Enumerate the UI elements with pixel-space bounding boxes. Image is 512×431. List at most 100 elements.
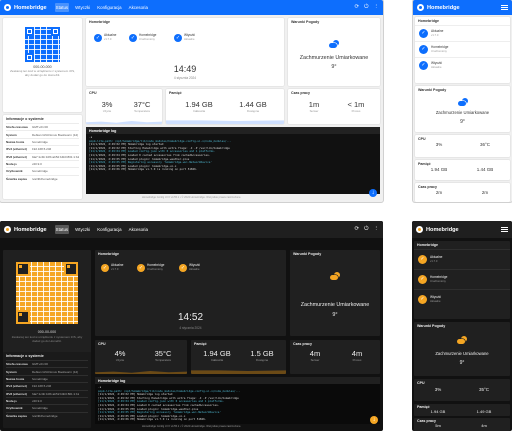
system-info-value: Debian GNU/Linux Bookworm (12): [32, 132, 79, 137]
system-info-value: v20.9.0: [32, 399, 42, 404]
nav-config[interactable]: Konfiguracja: [96, 3, 122, 12]
check-icon: ✓: [101, 264, 109, 272]
uptime-card: Czas pracy 1m Serwer < 1m Proces: [288, 89, 380, 124]
top-navbar: Homebridge Status Wtyczki Konfiguracja A…: [0, 0, 383, 15]
system-info-row: Użytkownik homebridge: [6, 167, 79, 174]
weather-description: Zachmurzenie Umiarkowane: [435, 351, 489, 356]
weather-title: Warunki Pogody: [293, 252, 322, 256]
system-info-key: IPv6 (ethernet): [6, 391, 27, 396]
weather-card: Warunki Pogody Zachmurzenie Umiarkowane …: [288, 18, 380, 86]
clock-date: 4 stycznia 2024: [173, 76, 197, 80]
homebridge-logo-icon: [4, 4, 11, 11]
homebridge-logo-icon: [417, 4, 424, 11]
top-navbar: Homebridge Status Wtyczki Konfiguracja A…: [0, 221, 383, 238]
nav-accessories[interactable]: Akcesoria: [128, 225, 149, 234]
restart-icon[interactable]: ⟳: [355, 4, 360, 11]
brand[interactable]: Homebridge: [4, 226, 47, 233]
check-icon: ✓: [179, 264, 187, 272]
pairing-qr-code[interactable]: [25, 27, 60, 62]
homebridge-card-title: Homebridge: [98, 252, 119, 256]
more-icon[interactable]: ⋮: [374, 4, 380, 11]
system-info-value: homebridge: [32, 169, 48, 174]
brand-name: Homebridge: [427, 4, 460, 11]
cpu-usage: 4% Użycie: [114, 349, 126, 362]
clock-time: 14:49: [173, 64, 197, 74]
brand-name: Homebridge: [14, 4, 47, 11]
system-info-value: homebridge: [32, 406, 48, 411]
system-info-row: IPv6 (ethernet) fda7:1c4b:10fb:ab52:b4b0:…: [6, 152, 79, 160]
system-info-value: homebridge: [32, 139, 48, 144]
check-icon: ✓: [174, 34, 182, 42]
system-info-value: GMT+01:00: [32, 362, 48, 367]
system-info-row: IPv4 (ethernet) 192.168.5.246: [6, 145, 79, 152]
cpu-chart: [86, 118, 162, 124]
memory-card: Pamięć 1.94 GB 1.44 GB: [415, 160, 510, 180]
check-icon: ✓: [418, 255, 427, 264]
nav-config[interactable]: Konfiguracja: [96, 225, 122, 234]
nav-plugins[interactable]: Wtyczki: [74, 3, 91, 12]
system-info-row: Ścieżka zapisu/var/lib/homebridge: [6, 411, 88, 419]
system-info-value: fda7:1c4b:10fb:ab52:b4b0:801:1:b2: [31, 154, 79, 159]
brand[interactable]: Homebridge: [416, 226, 459, 233]
homebridge-card: Homebridge ✓ Aktualne v1.7.0 ✓ Homebridge…: [95, 250, 286, 336]
weather-temperature: 9°: [459, 360, 465, 366]
system-info-key: Ścieżka zapisu: [6, 176, 28, 181]
system-info-key: IPv4 (ethernet): [6, 147, 27, 152]
power-icon[interactable]: ⏻: [364, 226, 368, 233]
uptime-server: 4m Serwer: [309, 349, 321, 362]
cpu-temp: 37°C Temperatura: [133, 100, 151, 113]
memory-total: 1.94 GB Całkowita: [185, 100, 213, 113]
menu-icon[interactable]: [501, 5, 508, 10]
memory-free: 1.44 GB Dostępna: [239, 100, 267, 113]
system-info-row: System Debian GNU/Linux Bookworm (12): [6, 367, 88, 374]
status-current: ✓ Aktualne v1.7.0: [101, 263, 124, 272]
system-info-value: /var/lib/homebridge: [32, 176, 58, 181]
nav-accessories[interactable]: Akcesoria: [128, 3, 149, 12]
clock-date: 4 stycznia 2024: [179, 326, 202, 330]
homebridge-card-title: Homebridge: [417, 243, 438, 247]
memory-card: Pamięć 1.94 GB 1.49 GB: [414, 404, 510, 416]
menu-icon[interactable]: [501, 227, 508, 232]
cpu-usage: 3%: [434, 387, 442, 392]
more-icon[interactable]: ⋮: [374, 226, 380, 233]
nav-plugins[interactable]: Wtyczki: [74, 225, 91, 234]
cpu-usage: 3%: [435, 142, 443, 147]
system-info-key: Node.js: [6, 162, 17, 167]
status-homebridge: ✓ Homebridge Uruchomiony: [414, 269, 510, 289]
status-homebridge: ✓ Homebridge Uruchomiony: [129, 33, 157, 42]
status-plugins: ✓ Wtyczki Aktualne: [415, 57, 510, 73]
system-info-value: v20.9.0: [32, 162, 42, 167]
clock-time: 14:52: [177, 312, 204, 323]
restart-icon[interactable]: ⟳: [355, 226, 360, 233]
brand[interactable]: Homebridge: [4, 4, 47, 11]
brand[interactable]: Homebridge: [417, 4, 460, 11]
pairing-qr-code[interactable]: [16, 262, 78, 324]
power-icon[interactable]: ⏻: [364, 4, 368, 11]
status-plugins: ✓ Wtyczki Aktualne: [179, 263, 200, 272]
nav-status[interactable]: Status: [54, 3, 70, 12]
brand-name: Homebridge: [426, 226, 459, 233]
log-terminal[interactable]: -s pnpm-lite-path: /opt/homebridge/lib/no…: [95, 384, 380, 424]
brand-name: Homebridge: [14, 226, 47, 233]
nav-status[interactable]: Status: [54, 225, 70, 234]
status-plugins: ✓ Wtyczki Aktualne: [414, 289, 510, 309]
system-info-value: /var/lib/homebridge: [32, 413, 58, 418]
system-info-key: Strefa czasowa: [6, 362, 28, 367]
cpu-card: CPU 3% Użycie 37°C Temperatura: [86, 89, 162, 124]
system-info-key: Ścieżka zapisu: [6, 413, 28, 418]
check-icon: ✓: [94, 34, 102, 42]
log-terminal[interactable]: -s pnpm-lite-path: /opt/homebridge/lib/no…: [86, 134, 380, 194]
system-info-row: IPv4 (ethernet) 192.168.5.246: [6, 382, 88, 389]
scroll-down-button[interactable]: ↓: [370, 416, 378, 424]
system-info-value: homebridge: [32, 376, 48, 381]
homebridge-card-title: Homebridge: [418, 19, 439, 23]
system-info-key: Strefa czasowa: [6, 125, 28, 130]
weather-temperature: 9°: [331, 64, 337, 70]
homebridge-logo-icon: [4, 226, 11, 233]
system-info-key: System: [6, 132, 17, 137]
memory-free: 1.44 GB: [476, 167, 494, 172]
system-info-key: Użytkownik: [6, 169, 23, 174]
check-icon: ✓: [129, 34, 137, 42]
uptime-card: Czas pracy 5m 4m: [414, 418, 510, 431]
uptime-process: 2m: [481, 190, 489, 195]
